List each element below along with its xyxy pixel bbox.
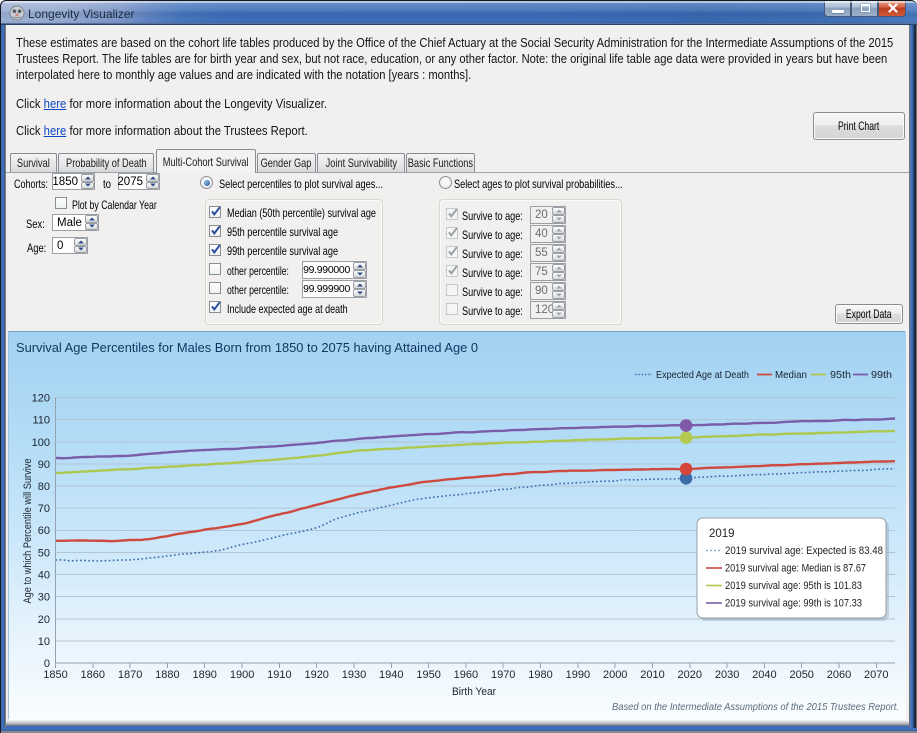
svg-text:2010: 2010 [640,669,664,681]
svg-text:100: 100 [32,437,50,449]
svg-text:Median: Median [775,369,807,381]
svg-text:99th: 99th [871,369,892,381]
svg-text:2000: 2000 [603,669,627,681]
svg-text:Based on the Intermediate Assu: Based on the Intermediate Assumptions of… [612,701,899,713]
svg-text:120: 120 [32,393,50,405]
svg-text:2070: 2070 [864,669,888,681]
svg-text:2060: 2060 [827,669,851,681]
svg-text:2040: 2040 [752,669,776,681]
svg-text:1900: 1900 [230,669,254,681]
svg-text:1930: 1930 [342,669,366,681]
svg-text:2019: 2019 [709,528,735,540]
svg-text:1970: 1970 [491,669,515,681]
svg-text:2019 survival age: Expected is: 2019 survival age: Expected is 83.48 [725,545,883,557]
svg-text:1860: 1860 [81,669,105,681]
svg-text:1980: 1980 [528,669,552,681]
svg-text:110: 110 [32,415,50,427]
svg-text:60: 60 [38,525,50,537]
svg-text:Survival Age Percentiles for M: Survival Age Percentiles for Males Born … [16,341,478,355]
svg-text:2020: 2020 [678,669,702,681]
svg-text:Age to which Percentile will S: Age to which Percentile will Survive [22,459,34,604]
svg-text:1880: 1880 [155,669,179,681]
svg-text:1920: 1920 [304,669,328,681]
svg-text:90: 90 [38,459,50,471]
svg-text:80: 80 [38,481,50,493]
svg-text:1890: 1890 [192,669,216,681]
svg-text:Expected Age at Death: Expected Age at Death [656,369,749,381]
svg-text:20: 20 [38,614,50,626]
svg-text:40: 40 [38,570,50,582]
svg-text:1950: 1950 [416,669,440,681]
svg-text:10: 10 [38,636,50,648]
svg-text:50: 50 [38,547,50,559]
svg-text:1910: 1910 [267,669,291,681]
svg-text:1870: 1870 [118,669,142,681]
svg-text:2019 survival age: Median is 8: 2019 survival age: Median is 87.67 [725,563,866,575]
svg-text:1990: 1990 [566,669,590,681]
svg-text:95th: 95th [830,369,851,381]
svg-text:2019 survival age: 99th is 107: 2019 survival age: 99th is 107.33 [725,598,862,610]
svg-text:2019 survival age: 95th is 101: 2019 survival age: 95th is 101.83 [725,580,862,592]
svg-text:1940: 1940 [379,669,403,681]
svg-text:2050: 2050 [789,669,813,681]
svg-text:1850: 1850 [43,669,67,681]
svg-text:1960: 1960 [454,669,478,681]
svg-text:30: 30 [38,592,50,604]
svg-text:70: 70 [38,503,50,515]
svg-text:Birth Year: Birth Year [452,686,496,698]
svg-text:2030: 2030 [715,669,739,681]
